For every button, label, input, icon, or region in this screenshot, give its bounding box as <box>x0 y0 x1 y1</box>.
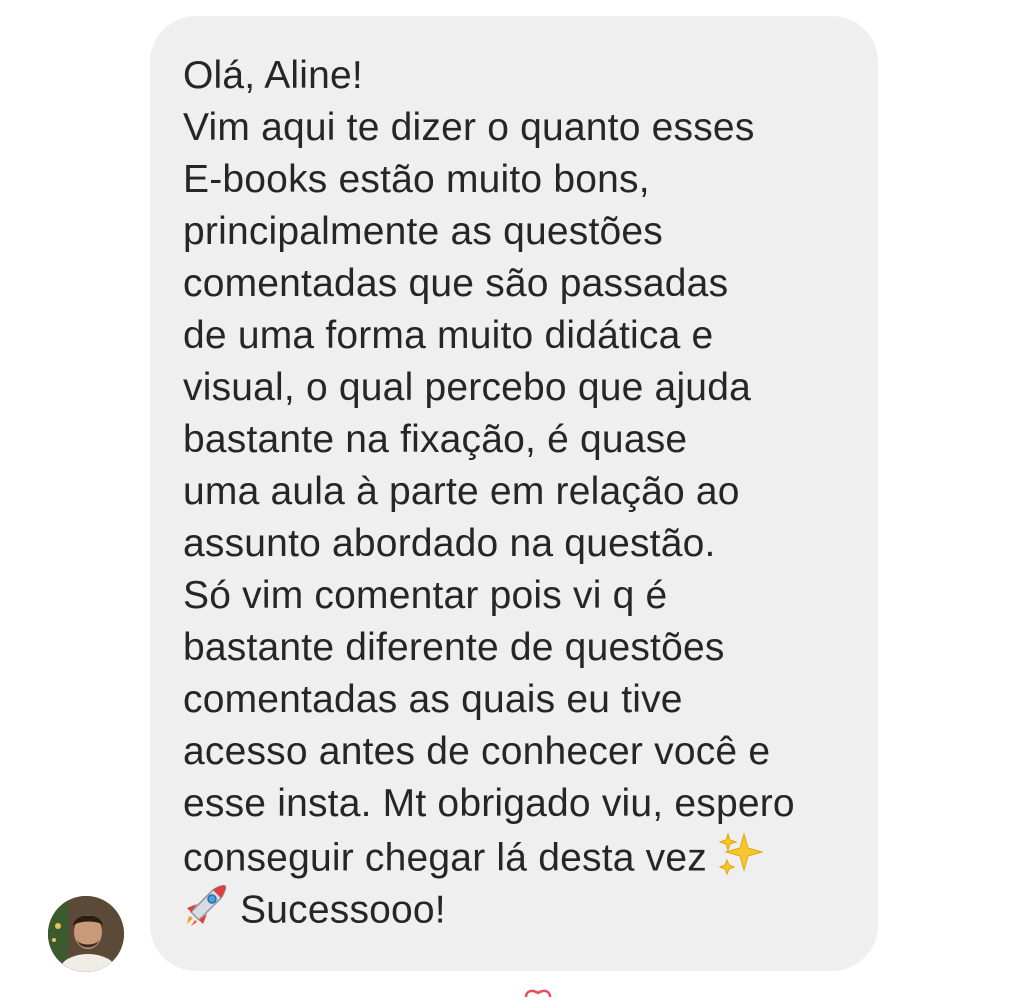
message-line: Vim aqui te dizer o quanto esses <box>183 106 755 149</box>
message-line-text: Sucessooo! <box>240 888 446 932</box>
avatar-image <box>48 896 124 972</box>
message-line: de uma forma muito didática e <box>183 314 714 357</box>
message-bubble[interactable]: Olá, Aline! Vim aqui te dizer o quanto e… <box>150 16 878 971</box>
message-line: visual, o qual percebo que ajuda <box>183 366 751 409</box>
message-line: E-books estão muito bons, <box>183 158 650 201</box>
message-line: comentadas as quais eu tive <box>183 678 683 721</box>
sparkles-icon <box>718 830 764 890</box>
message-line: comentadas que são passadas <box>183 262 729 305</box>
message-line: principalmente as questões <box>183 210 663 253</box>
message-line-text: conseguir chegar lá desta vez <box>183 836 707 880</box>
message-line: uma aula à parte em relação ao <box>183 470 740 513</box>
message-line: assunto abordado na questão. <box>183 522 716 565</box>
message-line: Olá, Aline! <box>183 54 363 97</box>
rocket-icon <box>183 882 229 942</box>
chat-thread: Olá, Aline! Vim aqui te dizer o quanto e… <box>0 0 1024 998</box>
message-line: esse insta. Mt obrigado viu, espero <box>183 782 795 825</box>
message-line: acesso antes de conhecer você e <box>183 730 771 773</box>
message-line: Só vim comentar pois vi q é <box>183 574 668 617</box>
avatar[interactable] <box>48 896 124 972</box>
heart-reaction-icon[interactable] <box>518 984 558 998</box>
message-line-with-emoji: Sucessooo! <box>183 882 446 942</box>
message-line: bastante na fixação, é quase <box>183 418 688 461</box>
message-line-with-emoji: conseguir chegar lá desta vez <box>183 830 764 890</box>
message-line: bastante diferente de questões <box>183 626 725 669</box>
